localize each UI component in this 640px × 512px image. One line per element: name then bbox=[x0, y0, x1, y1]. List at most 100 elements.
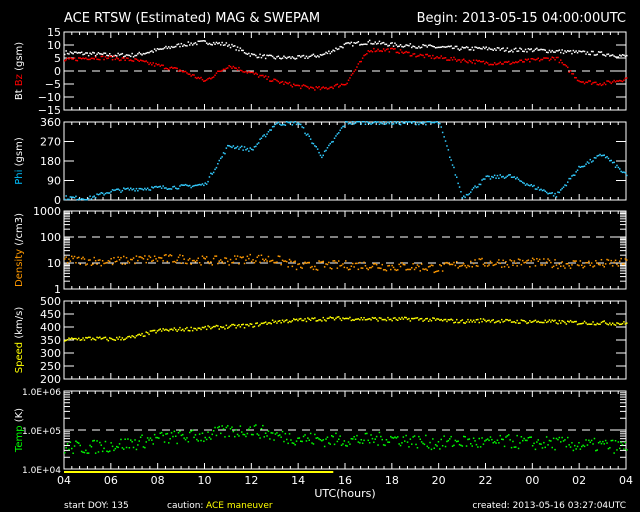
data-point bbox=[609, 81, 611, 83]
data-point bbox=[385, 269, 388, 272]
data-point bbox=[589, 441, 591, 443]
data-point bbox=[484, 440, 486, 442]
data-point bbox=[427, 44, 430, 47]
data-point bbox=[221, 425, 223, 427]
data-point bbox=[220, 326, 222, 328]
data-point bbox=[524, 320, 527, 323]
data-point bbox=[558, 61, 561, 64]
data-point bbox=[232, 65, 235, 68]
data-point bbox=[332, 435, 334, 438]
data-point bbox=[388, 51, 391, 53]
data-point bbox=[340, 319, 343, 322]
data-point bbox=[111, 55, 114, 58]
data-point bbox=[392, 45, 395, 47]
data-point bbox=[277, 55, 280, 57]
data-point bbox=[224, 152, 226, 155]
data-point bbox=[200, 76, 202, 79]
data-point bbox=[332, 49, 334, 51]
data-point bbox=[187, 41, 190, 43]
data-point bbox=[93, 52, 95, 54]
data-point bbox=[505, 318, 507, 321]
data-point bbox=[360, 123, 362, 125]
data-point bbox=[524, 58, 527, 61]
data-point bbox=[180, 184, 183, 186]
data-point bbox=[300, 440, 302, 442]
data-point bbox=[565, 263, 568, 265]
data-point bbox=[73, 51, 76, 53]
data-point bbox=[461, 319, 464, 321]
data-point bbox=[255, 145, 257, 148]
data-point bbox=[574, 174, 576, 176]
data-point bbox=[509, 63, 511, 65]
data-point bbox=[177, 187, 180, 190]
data-point bbox=[547, 444, 549, 446]
data-point bbox=[189, 73, 191, 75]
data-point bbox=[127, 438, 129, 440]
data-point bbox=[336, 133, 339, 135]
data-point bbox=[565, 51, 568, 53]
data-point bbox=[297, 437, 299, 439]
data-point bbox=[451, 59, 454, 61]
data-point bbox=[405, 50, 407, 53]
data-point bbox=[234, 435, 236, 438]
data-point bbox=[68, 198, 70, 201]
data-point bbox=[550, 51, 552, 53]
data-point bbox=[160, 330, 163, 332]
data-point bbox=[450, 435, 452, 438]
data-point bbox=[266, 260, 268, 262]
data-point bbox=[92, 196, 94, 198]
data-point bbox=[433, 447, 435, 449]
data-point bbox=[89, 444, 91, 447]
data-point bbox=[301, 319, 303, 322]
speed-series bbox=[64, 316, 628, 342]
data-point bbox=[513, 62, 516, 64]
data-point bbox=[508, 319, 510, 322]
data-point bbox=[288, 121, 291, 124]
data-point bbox=[381, 263, 383, 266]
data-point bbox=[319, 261, 322, 263]
data-point bbox=[599, 51, 601, 53]
data-point bbox=[252, 71, 254, 74]
data-point bbox=[319, 319, 322, 321]
data-point bbox=[496, 63, 499, 65]
data-point bbox=[543, 57, 545, 59]
data-point bbox=[603, 266, 605, 268]
data-point bbox=[132, 60, 135, 62]
data-point bbox=[250, 53, 253, 55]
data-point bbox=[499, 49, 501, 51]
data-point bbox=[135, 187, 138, 190]
data-point bbox=[262, 424, 264, 427]
data-point bbox=[269, 438, 271, 440]
data-point bbox=[286, 82, 288, 84]
data-point bbox=[623, 54, 625, 56]
data-point bbox=[581, 51, 583, 53]
data-point bbox=[436, 318, 438, 320]
data-point bbox=[217, 42, 219, 45]
data-point bbox=[460, 320, 462, 322]
data-point bbox=[87, 54, 90, 57]
data-point bbox=[138, 187, 140, 190]
data-point bbox=[509, 319, 511, 321]
data-point bbox=[253, 425, 256, 427]
data-point bbox=[256, 322, 258, 324]
data-point bbox=[322, 86, 324, 88]
data-point bbox=[160, 431, 163, 434]
data-point bbox=[537, 260, 539, 262]
data-point bbox=[506, 61, 509, 63]
data-point bbox=[391, 42, 393, 44]
data-point bbox=[190, 263, 192, 265]
data-point bbox=[447, 439, 450, 442]
data-point bbox=[408, 317, 410, 320]
data-point bbox=[603, 443, 605, 445]
data-point bbox=[255, 322, 257, 325]
data-point bbox=[243, 71, 246, 73]
data-point bbox=[80, 450, 83, 453]
data-point bbox=[515, 262, 517, 264]
data-point bbox=[232, 261, 235, 264]
data-point bbox=[259, 53, 261, 56]
data-point bbox=[87, 452, 90, 454]
data-point bbox=[315, 56, 317, 58]
data-point bbox=[436, 46, 438, 49]
data-point bbox=[132, 257, 135, 259]
data-point bbox=[368, 50, 371, 53]
